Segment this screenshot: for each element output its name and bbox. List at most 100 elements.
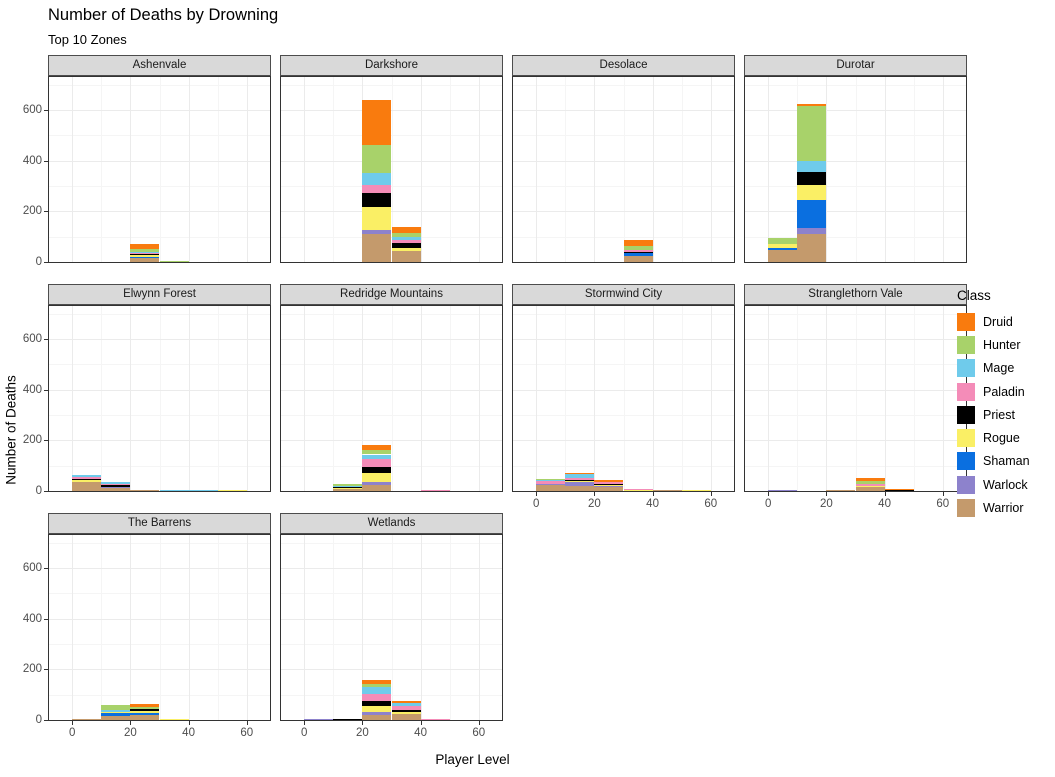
legend-item[interactable]: Druid bbox=[957, 310, 1030, 333]
facet-strip-label: Ashenvale bbox=[48, 55, 271, 76]
bar-segment bbox=[130, 249, 160, 252]
bar-segment bbox=[797, 199, 827, 228]
bar-segment bbox=[797, 227, 827, 235]
legend-item[interactable]: Priest bbox=[957, 403, 1030, 426]
bar-segment bbox=[594, 487, 624, 491]
bars-layer bbox=[49, 77, 270, 262]
bars-layer bbox=[745, 77, 966, 262]
bar-segment bbox=[391, 711, 421, 714]
legend-item[interactable]: Warlock bbox=[957, 473, 1030, 496]
legend-item[interactable]: Paladin bbox=[957, 380, 1030, 403]
x-axis-tick-label: 40 bbox=[878, 498, 891, 510]
x-axis-tick-mark bbox=[130, 721, 131, 725]
bar-segment bbox=[362, 693, 392, 702]
y-axis-tick-label: 200 bbox=[22, 663, 42, 676]
bars-layer bbox=[281, 535, 502, 720]
bar-segment bbox=[217, 489, 247, 491]
bar-segment bbox=[391, 232, 421, 237]
bar-segment bbox=[362, 234, 392, 262]
facet-panel: Ashenvale bbox=[48, 55, 271, 263]
gridline-major-horizontal bbox=[745, 491, 966, 492]
facet-plot-area bbox=[744, 76, 967, 263]
legend-color-swatch bbox=[957, 335, 975, 354]
facet-plot-area bbox=[48, 76, 271, 263]
bar-segment bbox=[362, 485, 392, 491]
bar-segment bbox=[72, 475, 102, 477]
bar-segment bbox=[797, 234, 827, 262]
bar-segment bbox=[391, 713, 421, 720]
legend-item-label: Warlock bbox=[983, 477, 1028, 492]
bar-segment bbox=[72, 478, 102, 480]
facet-panel: Wetlands bbox=[280, 513, 503, 721]
y-axis-tick-label: 600 bbox=[22, 332, 42, 345]
x-axis-tick-label: 60 bbox=[472, 727, 486, 739]
bar-segment bbox=[362, 444, 392, 451]
x-axis-tick-mark bbox=[72, 721, 73, 725]
bar-segment bbox=[391, 226, 421, 233]
legend-item[interactable]: Rogue bbox=[957, 426, 1030, 449]
x-axis-tick-label: 40 bbox=[182, 727, 195, 739]
bar-segment bbox=[130, 712, 160, 715]
bar-segment bbox=[884, 488, 914, 490]
bar-segment bbox=[101, 713, 131, 716]
bar-segment bbox=[565, 477, 595, 481]
x-axis-tick-mark bbox=[421, 721, 422, 725]
bar-segment bbox=[130, 255, 160, 258]
bar-segment bbox=[101, 710, 131, 712]
bar-segment bbox=[391, 248, 421, 252]
legend-item-label: Warrior bbox=[983, 501, 1024, 516]
facet-strip-label: Stranglethorn Vale bbox=[744, 284, 967, 305]
bar-segment bbox=[797, 106, 827, 161]
bar-segment bbox=[565, 485, 595, 491]
y-axis-tick-mark bbox=[44, 339, 48, 340]
facet-panel: Stormwind City bbox=[512, 284, 735, 492]
bar-segment bbox=[362, 466, 392, 473]
bar-segment bbox=[797, 160, 827, 173]
bar-segment bbox=[362, 714, 392, 720]
bar-segment bbox=[391, 700, 421, 703]
y-axis-tick-mark bbox=[44, 720, 48, 721]
legend-item[interactable]: Mage bbox=[957, 357, 1030, 380]
y-axis-tick-label: 200 bbox=[22, 434, 42, 447]
bar-segment bbox=[536, 485, 566, 491]
y-axis-tick-mark bbox=[44, 568, 48, 569]
y-axis-title: Number of Deaths bbox=[2, 0, 20, 777]
bar-segment bbox=[304, 718, 334, 720]
x-axis-tick-mark bbox=[362, 721, 363, 725]
bar-segment bbox=[362, 472, 392, 483]
legend-item[interactable]: Hunter bbox=[957, 333, 1030, 356]
bar-segment bbox=[362, 680, 392, 684]
bar-segment bbox=[768, 489, 798, 491]
bars-layer bbox=[281, 77, 502, 262]
bar-segment bbox=[362, 684, 392, 688]
bar-segment bbox=[72, 476, 102, 479]
y-axis-tick-label: 600 bbox=[22, 103, 42, 116]
bar-segment bbox=[797, 104, 827, 107]
legend-item[interactable]: Shaman bbox=[957, 450, 1030, 473]
bar-segment bbox=[362, 206, 392, 230]
legend-title: Class bbox=[957, 288, 991, 303]
bar-segment bbox=[594, 482, 624, 484]
legend-color-swatch bbox=[957, 359, 975, 378]
bar-segment bbox=[536, 483, 566, 486]
bar-segment bbox=[362, 701, 392, 707]
page-title: Number of Deaths by Drowning bbox=[48, 6, 279, 24]
bar-segment bbox=[420, 718, 450, 720]
bar-segment bbox=[420, 489, 450, 491]
facet-panel: Redridge Mountains bbox=[280, 284, 503, 492]
facet-strip-label: Darkshore bbox=[280, 55, 503, 76]
y-axis-tick-label: 200 bbox=[22, 205, 42, 218]
bar-segment bbox=[101, 481, 131, 484]
facet-panel: Elwynn Forest bbox=[48, 284, 271, 492]
bar-segment bbox=[594, 483, 624, 485]
bar-segment bbox=[362, 454, 392, 459]
y-axis-tick-mark bbox=[44, 491, 48, 492]
bar-segment bbox=[130, 714, 160, 720]
bar-segment bbox=[362, 172, 392, 186]
bar-segment bbox=[391, 236, 421, 240]
legend-item[interactable]: Warrior bbox=[957, 496, 1030, 519]
bar-segment bbox=[333, 486, 363, 488]
bar-segment bbox=[362, 687, 392, 694]
bar-segment bbox=[362, 450, 392, 455]
bar-segment bbox=[623, 256, 653, 262]
